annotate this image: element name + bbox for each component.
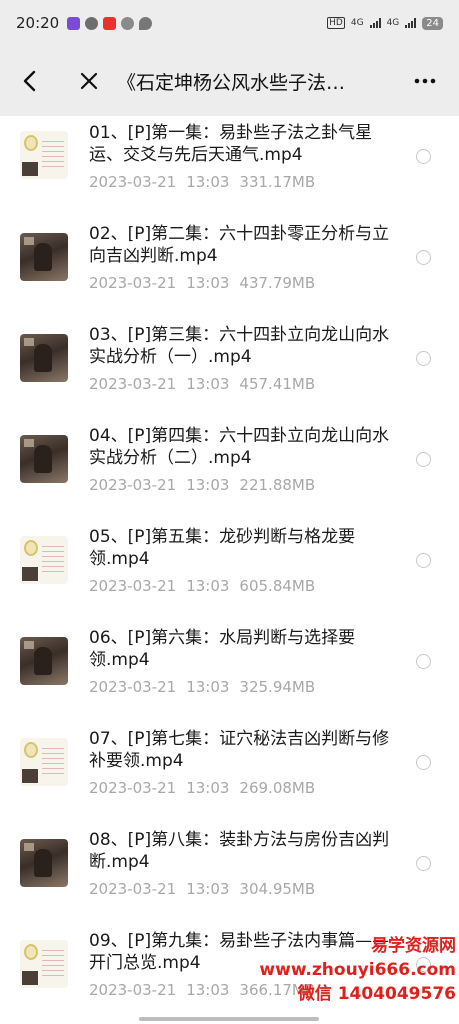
file-meta: 2023-03-21 13:03 325.94MB [89, 678, 325, 696]
file-date: 2023-03-21 [89, 678, 177, 696]
watermark-wechat: 微信 1404049576 [297, 984, 456, 1004]
file-date: 2023-03-21 [89, 981, 177, 999]
file-meta: 2023-03-21 13:03 331.17MB [89, 173, 325, 191]
back-button[interactable] [15, 66, 45, 96]
file-name: 05、[P]第五集：龙砂判断与格龙要领.mp4 [89, 527, 356, 569]
file-size: 325.94MB [239, 678, 316, 696]
watermark: 易学资源网 www.zhouyi666.com 微信 1404049576 [256, 934, 456, 1006]
status-indicators: HD 4G 4G 24 [327, 16, 443, 30]
file-row[interactable]: 04、[P]第四集：六十四卦立向龙山向水实战分析（二）.mp4 2023-03-… [0, 419, 459, 520]
watermark-site-name: 易学资源网 [371, 936, 456, 956]
game-app-icon [121, 16, 135, 30]
file-meta: 2023-03-21 13:03 221.88MB [89, 476, 325, 494]
hd-badge: HD [327, 17, 345, 29]
file-time: 13:03 [186, 577, 230, 595]
file-time: 13:03 [186, 779, 230, 797]
file-thumbnail [20, 738, 68, 786]
file-thumbnail [20, 131, 68, 179]
select-radio[interactable] [416, 856, 431, 871]
select-radio[interactable] [416, 452, 431, 467]
file-row[interactable]: 08、[P]第八集：装卦方法与房份吉凶判断.mp4 2023-03-21 13:0… [0, 823, 459, 924]
select-radio[interactable] [416, 149, 431, 164]
select-radio[interactable] [416, 250, 431, 265]
page-title: 《石定坤杨公风水些子法… [117, 71, 346, 94]
file-size: 457.41MB [239, 375, 316, 393]
app-notification-icon [67, 16, 81, 30]
more-button[interactable] [410, 66, 440, 96]
more-dots-icon [414, 78, 436, 84]
watermark-url: www.zhouyi666.com [259, 960, 456, 980]
signal-icon [405, 18, 417, 28]
select-radio[interactable] [416, 654, 431, 669]
file-name: 06、[P]第六集：水局判断与选择要领.mp4 [89, 628, 356, 670]
file-size: 605.84MB [239, 577, 316, 595]
file-name: 04、[P]第四集：六十四卦立向龙山向水实战分析（二）.mp4 [89, 426, 390, 468]
file-date: 2023-03-21 [89, 880, 177, 898]
file-name: 01、[P]第一集：易卦些子法之卦气星运、交爻与先后天通气.mp4 [89, 123, 373, 165]
file-time: 13:03 [186, 274, 230, 292]
wechat-icon [85, 16, 99, 30]
nav-bar: 《石定坤杨公风水些子法… [0, 46, 459, 116]
file-row[interactable]: 07、[P]第七集：证穴秘法吉凶判断与修补要领.mp4 2023-03-21 13… [0, 722, 459, 823]
file-date: 2023-03-21 [89, 577, 177, 595]
file-thumbnail [20, 334, 68, 382]
file-thumbnail [20, 536, 68, 584]
select-radio[interactable] [416, 553, 431, 568]
battery-level: 24 [422, 16, 443, 30]
select-radio[interactable] [416, 755, 431, 770]
file-size: 304.95MB [239, 880, 316, 898]
select-radio[interactable] [416, 351, 431, 366]
file-date: 2023-03-21 [89, 375, 177, 393]
file-thumbnail [20, 940, 68, 988]
file-row[interactable]: 03、[P]第三集：六十四卦立向龙山向水实战分析（一）.mp4 2023-03-… [0, 318, 459, 419]
news-app-icon [103, 16, 117, 30]
file-size: 437.79MB [239, 274, 316, 292]
status-app-icons [67, 16, 153, 30]
home-indicator[interactable] [139, 1017, 319, 1021]
file-row[interactable]: 02、[P]第二集：六十四卦零正分析与立向吉凶判断.mp4 2023-03-21… [0, 217, 459, 318]
file-meta: 2023-03-21 13:03 605.84MB [89, 577, 325, 595]
file-date: 2023-03-21 [89, 274, 177, 292]
network-label-1: 4G [350, 18, 364, 28]
file-meta: 2023-03-21 13:03 269.08MB [89, 779, 325, 797]
file-meta: 2023-03-21 13:03 437.79MB [89, 274, 325, 292]
file-date: 2023-03-21 [89, 476, 177, 494]
status-bar: 20:20 HD 4G 4G 24 [0, 0, 459, 46]
file-row[interactable]: 05、[P]第五集：龙砂判断与格龙要领.mp4 2023-03-21 13:03 6… [0, 520, 459, 621]
status-time: 20:20 [16, 14, 60, 32]
file-time: 13:03 [186, 375, 230, 393]
file-thumbnail [20, 637, 68, 685]
signal-icon [369, 18, 381, 28]
message-icon [139, 16, 153, 30]
file-row[interactable]: 06、[P]第六集：水局判断与选择要领.mp4 2023-03-21 13:03 3… [0, 621, 459, 722]
file-meta: 2023-03-21 13:03 304.95MB [89, 880, 325, 898]
close-button[interactable] [74, 66, 104, 96]
file-date: 2023-03-21 [89, 173, 177, 191]
file-row[interactable]: 01、[P]第一集：易卦些子法之卦气星运、交爻与先后天通气.mp4 2023-0… [0, 116, 459, 217]
file-thumbnail [20, 233, 68, 281]
file-time: 13:03 [186, 678, 230, 696]
file-name: 02、[P]第二集：六十四卦零正分析与立向吉凶判断.mp4 [89, 224, 390, 266]
file-size: 331.17MB [239, 173, 316, 191]
close-icon [80, 72, 98, 90]
file-size: 269.08MB [239, 779, 316, 797]
file-name: 07、[P]第七集：证穴秘法吉凶判断与修补要领.mp4 [89, 729, 390, 771]
file-time: 13:03 [186, 476, 230, 494]
file-meta: 2023-03-21 13:03 457.41MB [89, 375, 325, 393]
file-thumbnail [20, 435, 68, 483]
network-label-2: 4G [386, 18, 400, 28]
file-time: 13:03 [186, 880, 230, 898]
file-size: 221.88MB [239, 476, 316, 494]
file-time: 13:03 [186, 981, 230, 999]
file-name: 03、[P]第三集：六十四卦立向龙山向水实战分析（一）.mp4 [89, 325, 390, 367]
file-time: 13:03 [186, 173, 230, 191]
file-name: 08、[P]第八集：装卦方法与房份吉凶判断.mp4 [89, 830, 390, 872]
back-arrow-icon [23, 70, 36, 92]
file-thumbnail [20, 839, 68, 887]
file-date: 2023-03-21 [89, 779, 177, 797]
